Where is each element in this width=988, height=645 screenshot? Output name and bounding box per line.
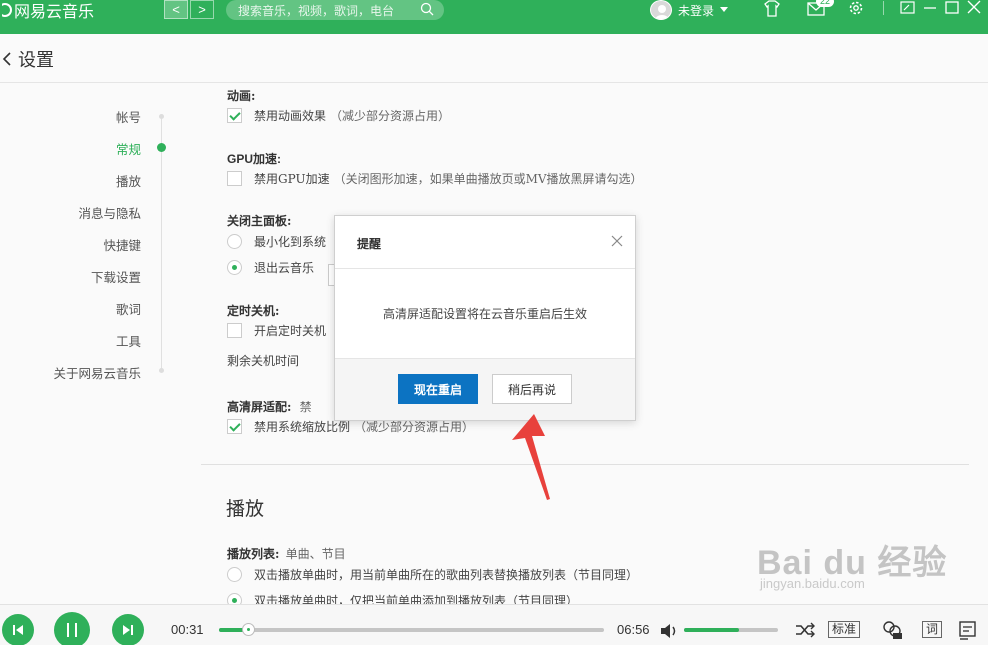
animation-checkbox[interactable] [227,108,242,123]
user-menu[interactable]: 未登录 [650,0,729,20]
skip-next-icon [123,625,133,635]
close-panel-label: 关闭主面板: [227,214,292,228]
chevron-left-icon [2,52,11,66]
titlebar-separator [883,1,884,15]
gpu-hint: （关闭图形加速，如果单曲播放页或MV播放黑屏请勾选） [333,172,643,186]
hidpi-label: 高清屏适配: 禁 [227,398,312,415]
playlist-label: 播放列表: 单曲、节目 [227,545,346,562]
current-time: 00:31 [171,622,204,637]
total-time: 06:56 [617,622,650,637]
maximize-icon[interactable] [942,0,962,18]
dialog-close-icon[interactable] [611,235,623,247]
playlist-icon[interactable] [958,619,980,641]
minimize-option-label: 最小化到系统 [254,235,327,249]
progress-bar[interactable] [219,623,604,636]
dialog-footer: 现在重启 稍后再说 [335,359,635,420]
back-nav-button[interactable]: < [164,0,188,19]
progress-knob[interactable] [241,623,255,636]
gpu-label: GPU加速: [227,152,282,166]
timer-label: 定时关机: [227,304,280,318]
user-avatar-icon [655,5,669,19]
title-bar: 网易云音乐 < > 搜索音乐，视频，歌词，电台 未登录 22 [0,0,988,34]
skip-previous-icon [13,625,23,635]
back-button[interactable]: 设置 [2,46,54,72]
player-bar: 00:31 06:56 标准 词 [0,604,988,645]
mini-mode-icon[interactable] [898,0,918,18]
exit-option-label: 退出云音乐 [254,261,315,275]
restart-now-button[interactable]: 现在重启 [398,374,478,404]
previous-track-button[interactable] [2,614,34,645]
shuffle-icon[interactable] [794,619,816,641]
timer-checkbox[interactable] [227,323,242,338]
caret-down-icon [720,7,729,12]
timer-remaining: 剩余关机时间 [227,352,299,369]
sound-effect-icon[interactable] [881,619,903,641]
search-input[interactable]: 搜索音乐，视频，歌词，电台 [226,0,444,20]
gpu-checkbox[interactable] [227,171,242,186]
close-icon[interactable] [964,0,984,18]
playlist-label-text: 播放列表: [227,547,280,561]
mail-count-badge: 22 [816,0,835,7]
settings-header: 设置 [0,34,988,83]
replace-radio[interactable] [227,567,242,582]
animation-hint: （减少部分资源占用） [330,109,451,123]
forward-nav-button[interactable]: > [190,0,214,19]
search-icon[interactable] [420,2,434,16]
quality-button[interactable]: 标准 [828,621,861,638]
pause-icon [67,623,77,637]
hidpi-label-text: 高清屏适配: [227,400,292,414]
animation-option-label: 禁用动画效果 [254,109,327,123]
animation-label: 动画: [227,89,256,103]
gpu-option[interactable]: 禁用GPU加速 （关闭图形加速，如果单曲播放页或MV播放黑屏请勾选） [227,170,643,187]
page-title: 设置 [18,50,54,70]
later-button[interactable]: 稍后再说 [492,374,572,404]
playlist-sub: 单曲、节目 [285,547,346,561]
history-nav: < > [164,0,214,19]
replace-option-label: 双击播放单曲时，用当前单曲所在的歌曲列表替换播放列表（节目同理） [254,568,639,582]
search-placeholder: 搜索音乐，视频，歌词，电台 [238,3,395,18]
timer-remaining-label: 剩余关机时间 [227,354,300,368]
timer-option-label: 开启定时关机 [254,324,327,338]
playback-section-title: 播放 [226,498,265,520]
app-name: 网易云音乐 [14,4,95,21]
dialog-header: 提醒 [335,216,635,269]
dialog-title: 提醒 [357,237,382,251]
volume-fill [684,628,739,632]
lyric-button[interactable]: 词 [922,621,943,638]
pause-button[interactable] [54,612,90,645]
minimize-radio[interactable] [227,234,242,249]
settings-gear-icon[interactable] [846,0,866,18]
gpu-option-label: 禁用GPU加速 [254,172,330,186]
close-panel-option-exit[interactable]: 退出云音乐 [227,259,314,276]
minimize-icon[interactable] [920,0,940,18]
avatar [650,0,672,20]
red-annotation-arrow [512,414,550,500]
volume-slider[interactable] [684,628,778,632]
netease-logo-icon [2,3,12,17]
hidpi-extra: 禁 [299,400,312,414]
animation-option[interactable]: 禁用动画效果 （减少部分资源占用） [227,107,450,124]
reminder-dialog: 提醒 高清屏适配设置将在云音乐重启后生效 现在重启 稍后再说 [334,215,636,421]
baidu-watermark-url: jingyan.baidu.com [760,576,865,591]
hidpi-checkbox[interactable] [227,419,242,434]
next-track-button[interactable] [112,614,144,645]
add-option-label: 双击播放单曲时，仅把当前单曲添加到播放列表（节目同理） [254,594,579,604]
playlist-option-replace[interactable]: 双击播放单曲时，用当前单曲所在的歌曲列表替换播放列表（节目同理） [227,566,638,583]
dialog-message: 高清屏适配设置将在云音乐重启后生效 [335,269,635,359]
section-divider [201,464,969,465]
add-radio[interactable] [227,593,242,604]
close-panel-option-minimize[interactable]: 最小化到系统 [227,233,326,250]
timer-option[interactable]: 开启定时关机 [227,322,326,339]
exit-radio[interactable] [227,260,242,275]
playlist-option-add[interactable]: 双击播放单曲时，仅把当前单曲添加到播放列表（节目同理） [227,592,578,604]
app-logo[interactable]: 网易云音乐 [2,0,95,21]
volume-icon[interactable] [658,620,680,642]
user-label: 未登录 [678,3,715,18]
skin-icon[interactable] [762,0,782,18]
